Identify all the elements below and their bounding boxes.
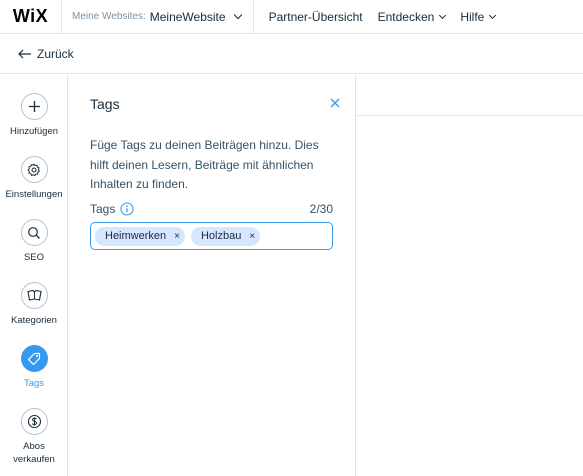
- info-icon[interactable]: [120, 202, 134, 216]
- rail-icon-circle: [20, 156, 48, 183]
- chevron-down-icon: [233, 10, 242, 20]
- wix-logo[interactable]: WiX: [0, 0, 62, 34]
- tags-label-text: Tags: [90, 202, 116, 216]
- rail-item-settings[interactable]: Einstellungen: [0, 156, 68, 201]
- panel-title: Tags: [90, 96, 120, 112]
- nav-label: Entdecken: [377, 9, 435, 24]
- remove-tag-icon[interactable]: ×: [249, 231, 255, 242]
- nav-partner-overview[interactable]: Partner-Übersicht: [269, 10, 363, 24]
- top-nav: Partner-Übersicht Entdecken Hilfe: [269, 10, 511, 24]
- rail-item-add[interactable]: Hinzufügen: [0, 93, 68, 138]
- preview-toolbar: [357, 75, 583, 116]
- nav-label: Hilfe: [460, 9, 485, 24]
- rail-item-tags[interactable]: Tags: [0, 345, 68, 390]
- tag-chip-label: Heimwerken: [105, 230, 167, 242]
- back-row: Zurück: [0, 35, 583, 74]
- rail-icon-circle: [20, 408, 48, 435]
- tags-input-field[interactable]: Heimwerken × Holzbau ×: [90, 222, 333, 250]
- site-name: MeineWebsite: [149, 9, 226, 24]
- search-icon: [28, 226, 40, 239]
- dollar-icon: [27, 414, 41, 429]
- rail-label: Tags: [23, 378, 45, 389]
- rail-item-seo[interactable]: SEO: [0, 219, 68, 264]
- rail-label: Hinzufügen: [9, 126, 59, 137]
- gear-icon: [27, 162, 40, 176]
- plus-icon: [28, 101, 40, 112]
- nav-help[interactable]: Hilfe: [460, 9, 497, 24]
- tag-chip-label: Holzbau: [200, 230, 242, 242]
- rail-item-sell-subscriptions[interactable]: Abos verkaufen: [0, 408, 68, 466]
- remove-tag-icon[interactable]: ×: [174, 231, 180, 242]
- rail-icon-circle: [20, 282, 48, 309]
- tag-text-input[interactable]: [266, 226, 332, 246]
- back-button[interactable]: Zurück: [18, 47, 74, 61]
- left-rail: Hinzufügen Einstellungen SEO Kategorien: [0, 75, 68, 476]
- rail-icon-circle: [20, 219, 48, 246]
- back-label: Zurück: [37, 47, 74, 61]
- preview-area: [357, 75, 583, 476]
- rail-item-categories[interactable]: Kategorien: [0, 282, 68, 327]
- tags-panel: Tags Füge Tags zu deinen Beiträgen hinzu…: [69, 75, 356, 476]
- nav-label: Partner-Übersicht: [268, 9, 363, 24]
- close-icon[interactable]: [328, 96, 342, 110]
- chevron-down-icon: [439, 11, 447, 19]
- panel-description: Füge Tags zu deinen Beiträgen hinzu. Die…: [90, 138, 319, 191]
- chevron-down-icon: [489, 11, 497, 19]
- arrow-left-icon: [18, 49, 31, 59]
- tags-label-row: Tags 2/30: [90, 202, 333, 216]
- rail-label: SEO: [23, 252, 45, 263]
- tags-field-label: Tags: [90, 202, 134, 216]
- site-switcher[interactable]: Meine Websites: MeineWebsite: [62, 0, 254, 34]
- tag-chip: Heimwerken ×: [95, 226, 185, 246]
- site-prefix: Meine Websites:: [72, 11, 146, 22]
- rail-label: Einstellungen: [5, 189, 63, 200]
- rail-icon-circle: [20, 345, 48, 372]
- tag-chip: Holzbau ×: [190, 226, 261, 246]
- nav-discover[interactable]: Entdecken: [377, 9, 447, 24]
- category-icon: [26, 289, 42, 301]
- rail-label: Kategorien: [11, 315, 57, 326]
- tags-count: 2/30: [309, 202, 333, 216]
- rail-label: Abos verkaufen: [13, 441, 55, 465]
- rail-icon-circle: [20, 93, 48, 120]
- top-bar: WiX Meine Websites: MeineWebsite Partner…: [0, 0, 583, 34]
- tag-icon: [27, 352, 41, 365]
